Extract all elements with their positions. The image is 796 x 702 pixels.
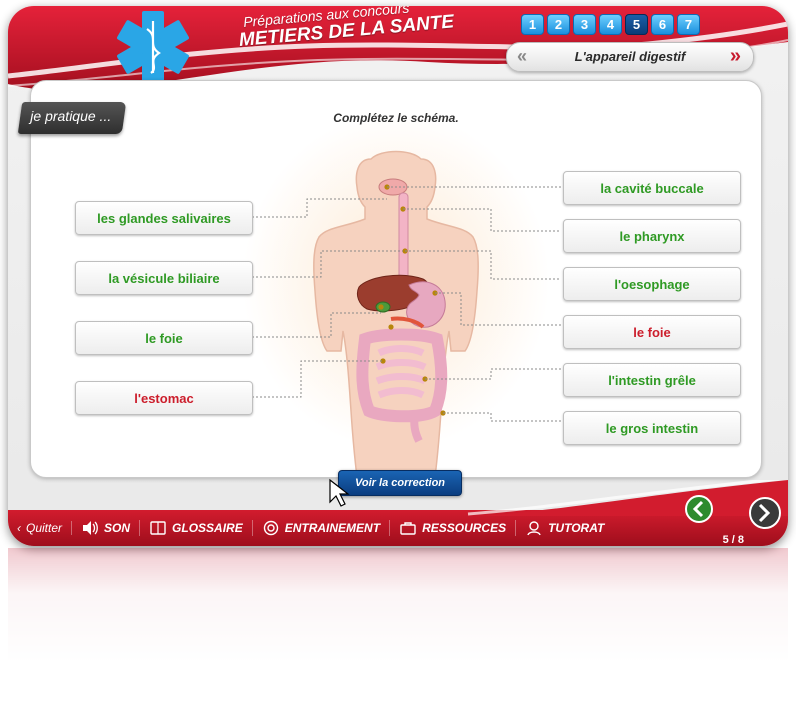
chapter-tab-4[interactable]: 4 bbox=[599, 14, 622, 35]
chevron-left-icon: ‹ bbox=[17, 521, 21, 535]
chapter-tab-1[interactable]: 1 bbox=[521, 14, 544, 35]
next-page-button[interactable] bbox=[748, 496, 782, 530]
sound-label: SON bbox=[104, 521, 131, 535]
answer-slot-large-intestine[interactable]: le gros intestin bbox=[563, 411, 741, 445]
answer-slot-oesophagus[interactable]: l'oesophage bbox=[563, 267, 741, 301]
previous-topic-button[interactable]: « bbox=[517, 46, 527, 67]
section-ribbon: je pratique ... bbox=[17, 102, 127, 134]
resources-label: RESSOURCES bbox=[422, 521, 507, 535]
chapter-tab-5[interactable]: 5 bbox=[625, 14, 648, 35]
app-window: Préparations aux concours METIERS DE LA … bbox=[8, 6, 788, 546]
answer-slot-small-intestine[interactable]: l'intestin grêle bbox=[563, 363, 741, 397]
glossary-label: GLOSSAIRE bbox=[172, 521, 243, 535]
chapter-tabs: 1 2 3 4 5 6 7 bbox=[521, 14, 700, 35]
speaker-icon bbox=[83, 521, 98, 535]
chapter-tab-2[interactable]: 2 bbox=[547, 14, 570, 35]
answer-slot-gallbladder[interactable]: la vésicule biliaire bbox=[75, 261, 253, 295]
answer-slot-pharynx[interactable]: le pharynx bbox=[563, 219, 741, 253]
quit-label: Quitter bbox=[26, 521, 63, 535]
tutoring-button[interactable]: TUTORAT bbox=[516, 520, 613, 536]
section-ribbon-label: je pratique ... bbox=[30, 108, 112, 124]
chapter-tab-6[interactable]: 6 bbox=[651, 14, 674, 35]
book-icon bbox=[150, 521, 166, 535]
topic-title: L'appareil digestif bbox=[574, 49, 686, 64]
window-reflection-gradient bbox=[8, 548, 788, 698]
tutoring-label: TUTORAT bbox=[548, 521, 605, 535]
resources-button[interactable]: RESSOURCES bbox=[390, 520, 517, 536]
training-label: ENTRAINEMENT bbox=[284, 521, 381, 535]
briefcase-icon bbox=[400, 522, 416, 535]
answer-slot-oral-cavity[interactable]: la cavité buccale bbox=[563, 171, 741, 205]
answer-slot-salivary-glands[interactable]: les glandes salivaires bbox=[75, 201, 253, 235]
answer-slot-stomach[interactable]: l'estomac bbox=[75, 381, 253, 415]
exercise-card: Complétez le schéma. les glandes salivai… bbox=[30, 80, 762, 478]
tutor-icon bbox=[527, 521, 541, 536]
previous-page-button[interactable] bbox=[684, 494, 714, 524]
sound-button[interactable]: SON bbox=[72, 520, 141, 536]
chapter-tab-7[interactable]: 7 bbox=[677, 14, 700, 35]
topic-navigator: « L'appareil digestif » bbox=[506, 42, 754, 72]
footer-toolbar: ‹ Quitter SON GLOSSAIRE ENTRAINEMENT RES… bbox=[8, 480, 788, 546]
training-button[interactable]: ENTRAINEMENT bbox=[253, 520, 391, 536]
footer-menu: ‹ Quitter SON GLOSSAIRE ENTRAINEMENT RES… bbox=[8, 510, 613, 546]
page-counter: 5 / 8 bbox=[722, 534, 744, 546]
quit-button[interactable]: ‹ Quitter bbox=[8, 521, 73, 535]
star-of-life-icon bbox=[117, 11, 189, 83]
window-reflection bbox=[8, 548, 788, 698]
next-topic-button[interactable]: » bbox=[730, 45, 741, 68]
answer-slot-liver[interactable]: le foie bbox=[75, 321, 253, 355]
chapter-tab-3[interactable]: 3 bbox=[573, 14, 596, 35]
glossary-button[interactable]: GLOSSAIRE bbox=[140, 520, 253, 536]
answer-slot-liver-right[interactable]: le foie bbox=[563, 315, 741, 349]
target-icon bbox=[263, 520, 278, 536]
